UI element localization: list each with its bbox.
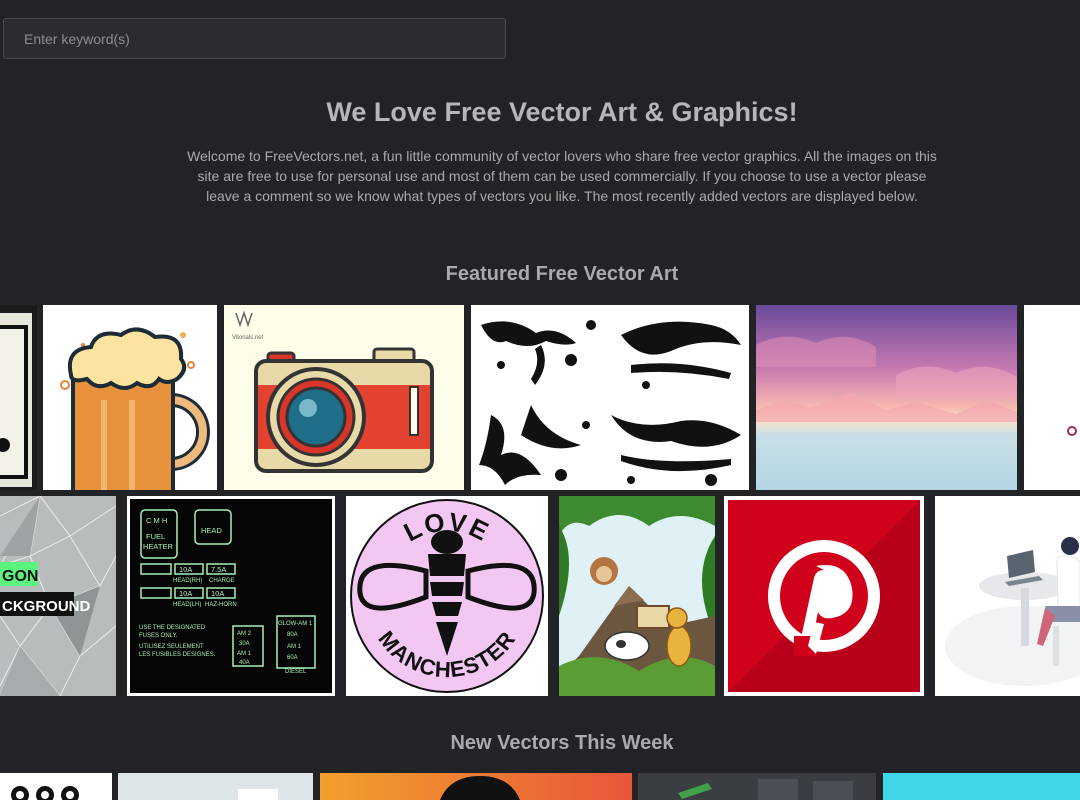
new-vector-image-5 <box>883 773 1080 800</box>
fuse-glow-4: 60A <box>287 655 298 661</box>
polygon-word-2: CKGROUND <box>2 598 90 615</box>
fuse-glow-2: 80A <box>287 632 298 638</box>
featured-thumb-beer[interactable] <box>43 305 217 490</box>
fuse-glow-3: AM 1 <box>287 644 302 650</box>
fuse-am-3: AM 1 <box>237 651 252 657</box>
fuse-label-3: HEAD(LH) <box>173 602 201 608</box>
fuse-cell-4: 10A <box>211 589 224 598</box>
new-vector-image-1 <box>0 773 112 800</box>
featured-thumb-camera[interactable]: Vitorials.net <box>224 305 464 490</box>
fuse-notice-2: FUSES ONLY. <box>139 633 178 639</box>
fuse-am-1: AM 2 <box>237 631 252 637</box>
featured-heading: Featured Free Vector Art <box>445 263 679 285</box>
ink-splatter-image <box>471 305 749 490</box>
sunset-lake-image <box>756 305 1017 490</box>
fuse-left-3: FUEL <box>146 532 165 541</box>
featured-thumb-pinterest-logo[interactable] <box>724 496 924 696</box>
new-thumb-1[interactable] <box>0 773 112 800</box>
fuse-left-4: HEATER <box>143 542 173 551</box>
fuse-right-box: HEAD <box>201 526 222 535</box>
featured-thumb-love-manchester[interactable]: LOVE MANCHESTER <box>346 496 548 696</box>
camera-image: Vitorials.net <box>224 305 464 490</box>
fuse-notice-3: UTILISEZ SEULEMENT <box>139 644 204 650</box>
person-laptop-image <box>935 496 1080 696</box>
camera-watermark: Vitorials.net <box>232 335 264 341</box>
fuse-cell-1: 10A <box>179 565 192 574</box>
featured-thumb-person-laptop[interactable] <box>935 496 1080 696</box>
fuse-am-2: 30A <box>239 641 250 647</box>
fuse-cell-3: 10A <box>179 589 192 598</box>
featured-thumb-partial[interactable] <box>1024 305 1080 490</box>
jungle-animals-image <box>559 496 715 696</box>
new-vectors-heading: New Vectors This Week <box>450 732 674 754</box>
intro-text: Welcome to FreeVectors.net, a fun little… <box>187 148 937 204</box>
featured-thumb-sunset-lake[interactable] <box>756 305 1017 490</box>
polygon-word-1: GON <box>2 568 38 585</box>
fuse-notice-4: LES FUSIBLES DESIGNES. <box>139 652 216 658</box>
polygon-background-image: GON CKGROUND <box>0 496 116 696</box>
featured-thumb-ink-splatters[interactable] <box>471 305 749 490</box>
fuse-glow-1: GLOW-AM 1 <box>278 621 313 627</box>
love-manchester-bee-image: LOVE MANCHESTER <box>346 496 548 696</box>
fuse-notice-1: USE THE DESIGNATED <box>139 625 206 631</box>
new-vector-image-3 <box>320 773 632 800</box>
partial-text-image <box>1024 305 1080 490</box>
new-thumb-4[interactable] <box>638 773 876 800</box>
fuse-label-1: HEAD(RH) <box>173 578 202 584</box>
fuse-am-4: 40A <box>239 660 250 666</box>
featured-thumb-jungle-animals[interactable] <box>559 496 715 696</box>
new-vector-image-2 <box>118 773 313 800</box>
page-title: We Love Free Vector Art & Graphics! <box>326 97 798 127</box>
featured-thumb-polygon-background[interactable]: GON CKGROUND <box>0 496 116 696</box>
new-vector-image-4 <box>638 773 876 800</box>
fuse-label-2: CHARGE <box>209 578 235 584</box>
fuse-label-4: HAZ-HORN <box>205 602 237 608</box>
fuse-cell-2: 7.5A <box>211 565 226 574</box>
new-thumb-5[interactable] <box>883 773 1080 800</box>
new-thumb-3[interactable] <box>320 773 632 800</box>
fuse-glow-5: DIESEL <box>285 669 307 675</box>
new-thumb-2[interactable] <box>118 773 313 800</box>
featured-thumb-fuse-box[interactable]: C M H · FUEL HEATER HEAD 10A 7.5A 10A 10… <box>127 496 335 696</box>
beer-mug-image <box>43 305 217 490</box>
featured-thumb-retro-device[interactable] <box>0 305 37 490</box>
retro-device-image <box>0 305 37 490</box>
search-input[interactable] <box>4 19 505 58</box>
fuse-box-image: C M H · FUEL HEATER HEAD 10A 7.5A 10A 10… <box>127 496 335 696</box>
search-box[interactable] <box>3 18 506 59</box>
pinterest-logo-image <box>724 496 924 696</box>
